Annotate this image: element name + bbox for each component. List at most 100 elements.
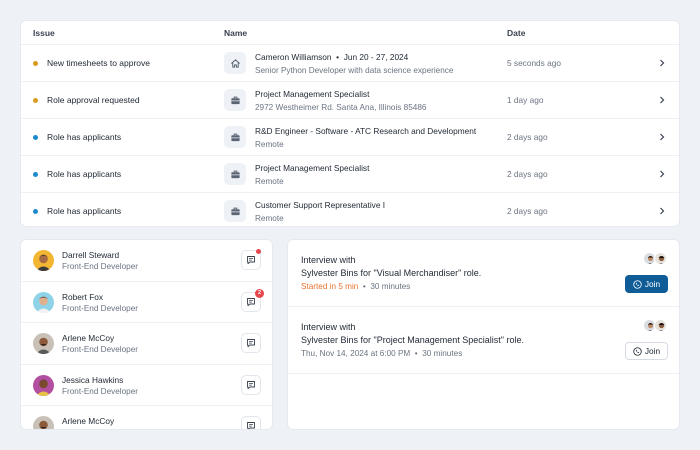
home-icon <box>224 52 246 74</box>
message-icon <box>247 339 255 348</box>
chevron-right-icon[interactable] <box>657 167 667 181</box>
status-dot <box>33 172 38 177</box>
message-button[interactable] <box>241 374 261 395</box>
issue-row[interactable]: Role has applicants Project Management S… <box>21 156 679 193</box>
person-role: Front-End Developer <box>62 303 138 313</box>
column-header-name: Name <box>224 28 248 38</box>
person-name: Arlene McCoy <box>62 416 115 426</box>
issue-name: Project Management Specialist <box>255 163 370 173</box>
interview-title: Interview with <box>301 255 356 265</box>
list-item[interactable]: Darrell Steward Front-End Developer <box>21 240 272 282</box>
message-button[interactable] <box>241 416 261 429</box>
status-dot <box>33 98 38 103</box>
message-icon <box>247 297 255 306</box>
status-dot <box>33 135 38 140</box>
briefcase-icon <box>224 163 246 185</box>
issue-subtitle: Remote <box>255 214 284 223</box>
issue-subtitle: Remote <box>255 140 284 149</box>
interviews-panel: Interview with Sylvester Bins for "Visua… <box>287 239 680 430</box>
issue-label: Role has applicants <box>47 169 122 179</box>
briefcase-icon <box>224 89 246 111</box>
unread-count-badge: 2 <box>255 288 264 298</box>
interview-item: Interview with Sylvester Bins for "Proje… <box>288 307 679 374</box>
chevron-right-icon[interactable] <box>657 130 667 144</box>
person-name: Arlene McCoy <box>62 333 115 343</box>
column-header-issue: Issue <box>33 28 55 38</box>
person-role: Front-End Developer <box>62 345 138 354</box>
issue-date: 5 seconds ago <box>507 58 561 68</box>
list-item[interactable]: Arlene McCoy Front-End Developer <box>21 406 272 429</box>
issue-row[interactable]: Role approval requested Project Manageme… <box>21 82 679 119</box>
issue-date: 2 days ago <box>507 132 548 142</box>
interview-start-time: Started in 5 min <box>301 282 359 291</box>
briefcase-icon <box>224 126 246 148</box>
issue-label: New timesheets to approve <box>47 58 150 68</box>
avatar[interactable] <box>33 374 54 396</box>
person-name: Darrell Steward <box>62 250 120 260</box>
interview-duration: 30 minutes <box>370 282 411 291</box>
interview-title: Interview with <box>301 322 356 332</box>
avatar[interactable] <box>33 291 54 313</box>
issues-table: Issue Name Date New timesheets to approv… <box>20 20 680 227</box>
status-dot <box>33 61 38 66</box>
issue-name: Customer Support Representative I <box>255 200 386 210</box>
issue-name: R&D Engineer - Software - ATC Research a… <box>255 126 477 136</box>
person-role: Front-End Developer <box>62 428 138 429</box>
phone-icon <box>633 279 642 289</box>
join-button[interactable]: Join <box>625 275 668 293</box>
message-icon <box>247 256 255 265</box>
status-dot <box>33 209 38 214</box>
phone-icon <box>633 346 642 356</box>
interview-meta: Thu, Nov 14, 2024 at 6:00 PM • 30 minute… <box>301 349 463 358</box>
message-icon <box>247 422 255 429</box>
issue-label: Role has applicants <box>47 206 122 216</box>
issue-label: Role has applicants <box>47 132 122 142</box>
issue-date: 2 days ago <box>507 169 548 179</box>
issue-date: 2 days ago <box>507 206 548 216</box>
message-button[interactable]: 2 <box>241 288 264 312</box>
join-label: Join <box>644 279 661 289</box>
message-button[interactable] <box>241 249 261 270</box>
chevron-right-icon[interactable] <box>657 93 667 107</box>
issue-row[interactable]: Role has applicants R&D Engineer - Softw… <box>21 119 679 156</box>
avatar <box>654 319 667 332</box>
issue-row[interactable]: Role has applicants Customer Support Rep… <box>21 193 679 226</box>
issue-subtitle: Senior Python Developer with data scienc… <box>255 66 454 75</box>
interview-duration: 30 minutes <box>422 349 463 358</box>
briefcase-icon <box>224 200 246 222</box>
interview-description: Sylvester Bins for "Project Management S… <box>301 335 524 345</box>
participant-avatars <box>643 319 669 333</box>
avatar[interactable] <box>33 333 54 354</box>
issue-name: Project Management Specialist <box>255 89 370 99</box>
avatar[interactable] <box>33 250 54 271</box>
issue-name: Cameron Williamson • Jun 20 - 27, 2024 <box>255 52 409 62</box>
avatar[interactable] <box>33 416 54 429</box>
person-name: Robert Fox <box>62 291 104 302</box>
issue-date: 1 day ago <box>507 95 544 105</box>
issues-table-header: Issue Name Date <box>21 21 679 45</box>
list-item[interactable]: Arlene McCoy Front-End Developer <box>21 323 272 365</box>
interview-meta: Started in 5 min • 30 minutes <box>301 282 411 291</box>
issue-subtitle: Remote <box>255 177 284 186</box>
interview-description: Sylvester Bins for "Visual Merchandiser"… <box>301 268 482 278</box>
chevron-right-icon[interactable] <box>657 204 667 218</box>
list-item[interactable]: Jessica Hawkins Front-End Developer <box>21 365 272 406</box>
interview-item: Interview with Sylvester Bins for "Visua… <box>288 240 679 307</box>
avatar <box>654 252 667 265</box>
notification-dot <box>256 249 261 254</box>
person-role: Front-End Developer <box>62 386 138 396</box>
interview-start-time: Thu, Nov 14, 2024 at 6:00 PM <box>301 349 411 358</box>
person-name: Jessica Hawkins <box>62 374 124 385</box>
column-header-date: Date <box>507 28 526 38</box>
join-button[interactable]: Join <box>625 342 668 360</box>
list-item[interactable]: Robert Fox Front-End Developer 2 <box>21 282 272 323</box>
participant-avatars <box>643 252 669 266</box>
issue-row[interactable]: New timesheets to approve Cameron Willia… <box>21 45 679 82</box>
issue-label: Role approval requested <box>47 95 140 105</box>
chevron-right-icon[interactable] <box>657 56 667 70</box>
people-list: Darrell Steward Front-End Developer Robe… <box>20 239 273 430</box>
message-button[interactable] <box>241 333 261 353</box>
person-role: Front-End Developer <box>62 262 138 271</box>
message-icon <box>247 380 255 389</box>
issue-subtitle: 2972 Westheimer Rd. Santa Ana, Illinois … <box>255 103 427 112</box>
